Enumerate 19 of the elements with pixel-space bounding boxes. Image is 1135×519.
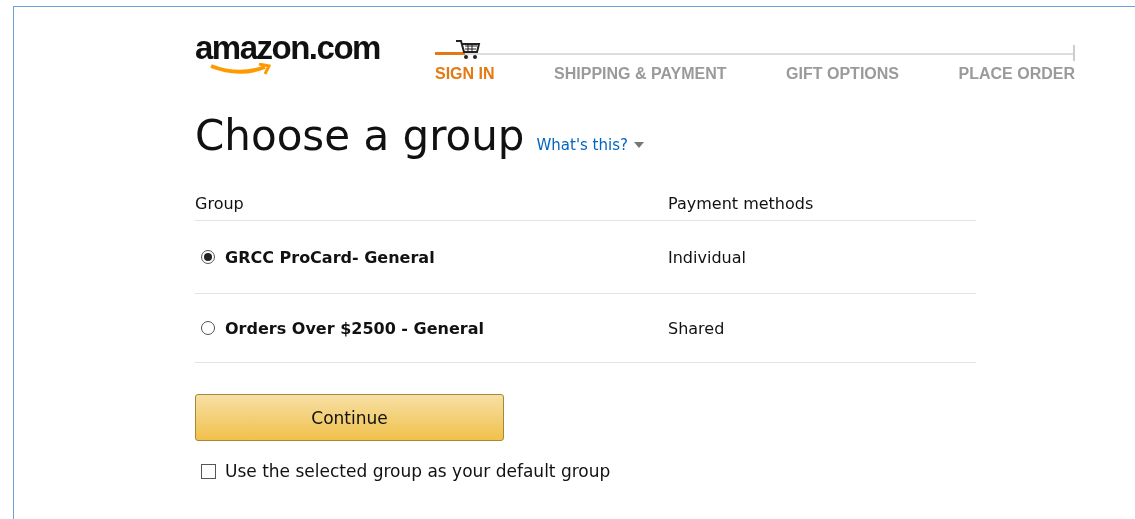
smile-arrow-icon xyxy=(209,63,271,77)
column-header: Payment methods xyxy=(668,193,815,213)
checkout-step: PLACE ORDER xyxy=(958,65,1075,83)
group-name: GRCC ProCard- General xyxy=(225,247,435,267)
caret-icon xyxy=(633,142,644,148)
payment-method: Individual xyxy=(668,247,747,267)
help-link[interactable]: What's this? xyxy=(536,136,644,154)
cart-icon xyxy=(455,39,481,61)
column-header: Group xyxy=(195,193,245,213)
checkout-step: GIFT OPTIONS xyxy=(786,65,899,83)
continue-button[interactable]: Continue xyxy=(195,394,504,441)
group-name: Orders Over $2500 - General xyxy=(225,318,484,338)
payment-method: Shared xyxy=(668,318,726,338)
page-heading: Choose a group xyxy=(195,111,525,160)
checkout-step: SHIPPING & PAYMENT xyxy=(554,65,727,83)
checkbox[interactable] xyxy=(201,463,216,479)
checkbox-label: Use the selected group as your default group xyxy=(225,461,611,481)
logo-text: amazon.com xyxy=(195,29,380,66)
checkout-step: SIGN IN xyxy=(435,65,495,83)
